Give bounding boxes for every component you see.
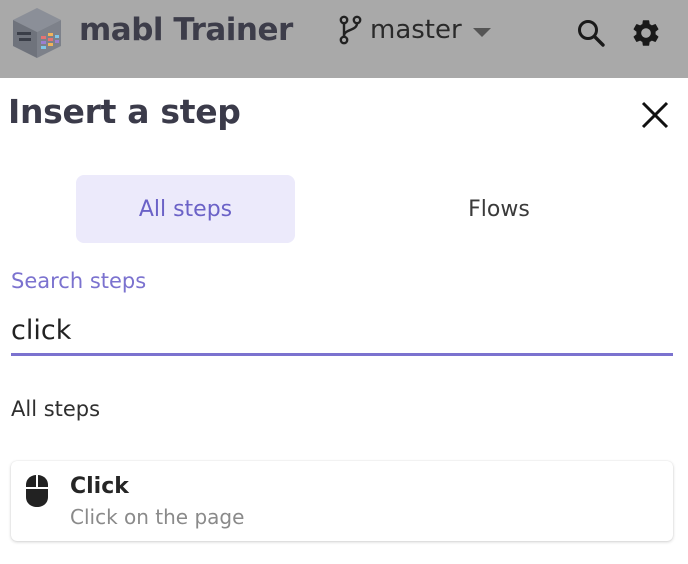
close-icon [641, 101, 669, 129]
branch-selector[interactable]: master [336, 12, 492, 48]
step-item-click[interactable]: Click Click on the page [11, 461, 673, 541]
close-button[interactable] [636, 96, 674, 134]
search-button[interactable] [574, 16, 608, 50]
caret-down-icon [472, 28, 491, 37]
search-input[interactable] [11, 308, 673, 356]
step-description: Click on the page [70, 505, 245, 529]
git-branch-icon [339, 15, 362, 45]
tab-flows[interactable]: Flows [390, 175, 608, 243]
search-icon [578, 20, 605, 47]
gear-icon [633, 20, 659, 46]
step-name: Click [70, 474, 129, 499]
top-bar: mabl Trainer master [0, 0, 688, 78]
settings-button[interactable] [628, 15, 664, 51]
app-title: mabl Trainer [79, 12, 293, 48]
panel-title: Insert a step [8, 92, 241, 131]
mabl-logo-icon [11, 6, 63, 60]
branch-name: master [370, 15, 462, 45]
results-heading: All steps [11, 397, 101, 421]
search-label: Search steps [11, 269, 147, 293]
mouse-icon [26, 475, 48, 507]
tab-all-steps[interactable]: All steps [76, 175, 295, 243]
